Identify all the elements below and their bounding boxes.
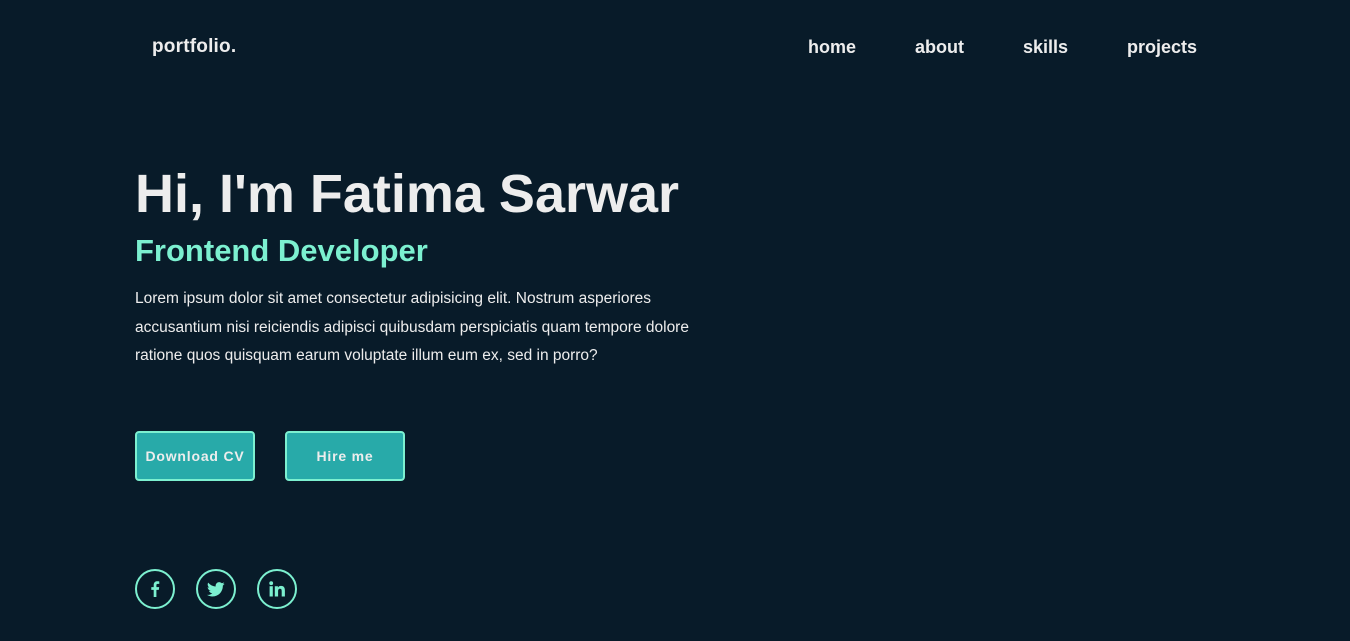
- hero-subtitle: Frontend Developer: [135, 233, 428, 268]
- nav-link-skills[interactable]: skills: [1023, 37, 1068, 58]
- linkedin-link[interactable]: [257, 569, 297, 609]
- nav-link-home[interactable]: home: [808, 37, 856, 58]
- hero-title: Hi, I'm Fatima Sarwar: [135, 164, 680, 224]
- twitter-link[interactable]: [196, 569, 236, 609]
- nav-link-about[interactable]: about: [915, 37, 964, 58]
- facebook-link[interactable]: [135, 569, 175, 609]
- page: portfolio. home about skills projects Hi…: [0, 0, 1350, 641]
- linkedin-icon: [269, 581, 285, 597]
- hero-description: Lorem ipsum dolor sit amet consectetur a…: [135, 290, 689, 364]
- nav-link-projects[interactable]: projects: [1127, 37, 1197, 58]
- download-cv-button[interactable]: Download CV: [135, 431, 255, 481]
- twitter-icon: [207, 581, 225, 597]
- hire-me-button[interactable]: Hire me: [285, 431, 405, 481]
- main-nav: home about skills projects: [0, 37, 1350, 59]
- facebook-icon: [150, 581, 160, 597]
